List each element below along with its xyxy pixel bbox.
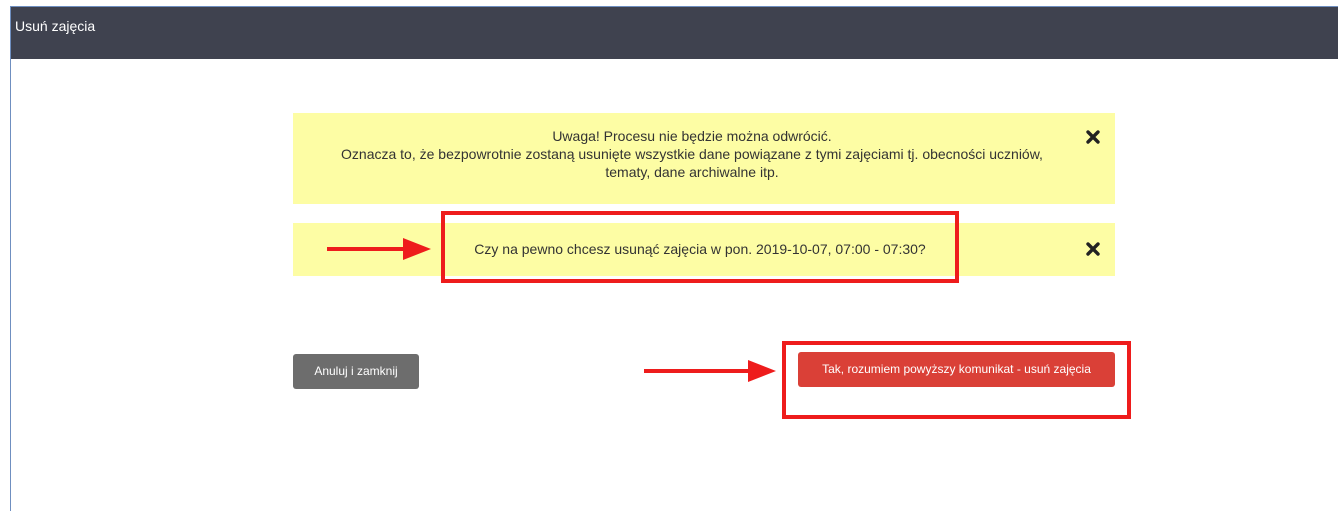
warning-alert-line1: Uwaga! Procesu nie będzie można odwrócić… xyxy=(552,128,832,144)
dialog-title: Usuń zajęcia xyxy=(15,18,96,34)
arrow-annotation-delete xyxy=(644,360,776,382)
highlight-box-confirm-text xyxy=(441,211,959,283)
cancel-close-button[interactable]: Anuluj i zamknij xyxy=(293,354,419,389)
dialog-header: Usuń zajęcia xyxy=(11,7,1338,59)
highlight-box-delete-button xyxy=(782,341,1131,419)
warning-alert: Uwaga! Procesu nie będzie można odwrócić… xyxy=(293,113,1115,204)
dialog-window: Usuń zajęcia Uwaga! Procesu nie będzie m… xyxy=(10,6,1338,511)
arrow-annotation-confirm xyxy=(327,238,431,260)
warning-alert-text: Uwaga! Procesu nie będzie można odwrócić… xyxy=(329,127,1055,181)
warning-alert-line2: Oznacza to, że bezpowrotnie zostaną usun… xyxy=(341,146,1043,180)
close-icon[interactable] xyxy=(1085,241,1101,257)
close-icon[interactable] xyxy=(1085,129,1101,145)
